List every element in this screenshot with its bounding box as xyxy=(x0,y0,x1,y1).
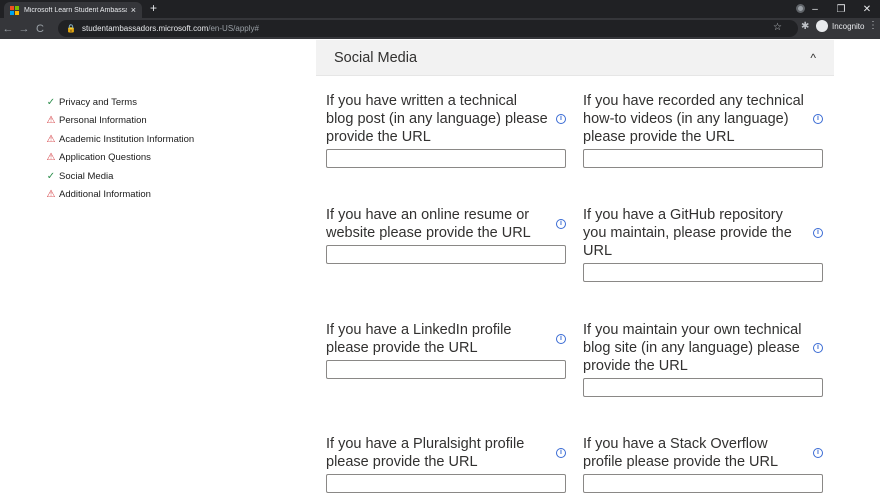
forward-icon[interactable]: → xyxy=(16,23,32,35)
step-label: Personal Information xyxy=(59,115,147,127)
stack-overflow-profile-field: If you have a Stack Overflow profile ple… xyxy=(583,435,823,493)
address-bar[interactable]: 🔒 studentambassadors.microsoft.com/en-US… xyxy=(58,20,798,37)
field-label: If you have written a technical blog pos… xyxy=(326,93,548,145)
technical-blog-post-field: If you have written a technical blog pos… xyxy=(326,92,566,168)
url-host: studentambassadors.microsoft.com xyxy=(81,24,209,33)
close-window-icon[interactable]: ✕ xyxy=(854,4,880,15)
field-label: If you maintain your own technical blog … xyxy=(583,322,802,374)
info-icon[interactable]: i xyxy=(556,334,566,344)
resume-url-input[interactable] xyxy=(326,245,566,264)
restore-icon[interactable]: ❐ xyxy=(828,4,854,15)
step-personal-information[interactable]: ⚠ Personal Information xyxy=(46,112,286,131)
field-label: If you have a Stack Overflow profile ple… xyxy=(583,436,779,470)
window-controls: – ❐ ✕ xyxy=(802,0,880,18)
browser-menu-icon[interactable]: ⋮ xyxy=(868,20,878,31)
github-url-input[interactable] xyxy=(583,263,823,282)
url-path: /en-US/apply# xyxy=(208,24,259,33)
info-icon[interactable]: i xyxy=(813,448,823,458)
browser-toolbar: ← → C 🔒 studentambassadors.microsoft.com… xyxy=(0,18,880,39)
step-label: Application Questions xyxy=(59,152,151,164)
step-additional-information[interactable]: ⚠ Additional Information xyxy=(46,186,286,205)
step-status-icon: ✓ xyxy=(46,170,56,182)
section-title: Social Media xyxy=(334,49,418,66)
github-repository-field: If you have a GitHub repository you main… xyxy=(583,206,823,282)
resume-website-field: If you have an online resume or website … xyxy=(326,206,566,264)
blog-post-url-input[interactable] xyxy=(326,149,566,168)
technical-blog-site-field: If you maintain your own technical blog … xyxy=(583,321,823,397)
step-label: Social Media xyxy=(59,170,114,182)
technical-videos-field: If you have recorded any technical how-t… xyxy=(583,92,823,168)
tab-close-icon[interactable]: × xyxy=(131,5,136,15)
extensions-icon[interactable]: ✱ xyxy=(801,21,809,32)
incognito-icon xyxy=(816,20,828,32)
field-label: If you have recorded any technical how-t… xyxy=(583,93,804,145)
chevron-up-icon[interactable]: ^ xyxy=(810,51,816,65)
minimize-icon[interactable]: – xyxy=(802,4,828,15)
linkedin-url-input[interactable] xyxy=(326,360,566,379)
step-label: Additional Information xyxy=(59,189,151,201)
back-icon[interactable]: ← xyxy=(0,23,16,35)
logo-square xyxy=(15,5,19,10)
info-icon[interactable]: i xyxy=(813,343,823,353)
logo-square xyxy=(15,10,19,15)
field-label: If you have a GitHub repository you main… xyxy=(583,207,792,259)
incognito-label: Incognito xyxy=(832,21,865,31)
step-status-icon: ⚠ xyxy=(46,189,56,201)
reload-icon[interactable]: C xyxy=(32,23,48,35)
field-label: If you have a Pluralsight profile please… xyxy=(326,436,525,470)
logo-square xyxy=(10,10,14,15)
info-icon[interactable]: i xyxy=(813,114,823,124)
step-status-icon: ⚠ xyxy=(46,133,56,145)
browser-tab[interactable]: Microsoft Learn Student Ambassa × xyxy=(4,2,142,18)
field-label: If you have an online resume or website … xyxy=(326,207,531,241)
videos-url-input[interactable] xyxy=(583,149,823,168)
url-text: studentambassadors.microsoft.com/en-US/a… xyxy=(82,24,259,33)
step-status-icon: ⚠ xyxy=(46,115,56,127)
info-icon[interactable]: i xyxy=(813,228,823,238)
step-privacy-and-terms[interactable]: ✓ Privacy and Terms xyxy=(46,93,286,112)
microsoft-logo-icon xyxy=(10,5,19,15)
bookmark-star-icon[interactable]: ☆ xyxy=(773,22,782,33)
tab-title: Microsoft Learn Student Ambassa xyxy=(24,6,127,14)
step-application-questions[interactable]: ⚠ Application Questions xyxy=(46,149,286,168)
step-status-icon: ✓ xyxy=(46,96,56,108)
application-steps-nav: ✓ Privacy and Terms ⚠ Personal Informati… xyxy=(46,93,286,204)
social-media-section-header[interactable]: Social Media ^ xyxy=(316,40,834,76)
step-academic-institution-information[interactable]: ⚠ Academic Institution Information xyxy=(46,130,286,149)
pluralsight-url-input[interactable] xyxy=(326,474,566,493)
info-icon[interactable]: i xyxy=(556,448,566,458)
linkedin-profile-field: If you have a LinkedIn profile please pr… xyxy=(326,321,566,379)
browser-tab-bar: Microsoft Learn Student Ambassa × + – ❐ … xyxy=(0,0,880,18)
lock-icon[interactable]: 🔒 xyxy=(66,24,76,33)
info-icon[interactable]: i xyxy=(556,219,566,229)
new-tab-button[interactable]: + xyxy=(150,1,157,15)
step-label: Privacy and Terms xyxy=(59,96,137,108)
incognito-indicator[interactable]: Incognito xyxy=(816,20,864,32)
logo-square xyxy=(10,5,14,10)
step-status-icon: ⚠ xyxy=(46,152,56,164)
pluralsight-profile-field: If you have a Pluralsight profile please… xyxy=(326,435,566,493)
step-social-media[interactable]: ✓ Social Media xyxy=(46,167,286,186)
info-icon[interactable]: i xyxy=(556,114,566,124)
field-label: If you have a LinkedIn profile please pr… xyxy=(326,322,512,356)
step-label: Academic Institution Information xyxy=(59,133,195,145)
stack-overflow-url-input[interactable] xyxy=(583,474,823,493)
blog-site-url-input[interactable] xyxy=(583,378,823,397)
